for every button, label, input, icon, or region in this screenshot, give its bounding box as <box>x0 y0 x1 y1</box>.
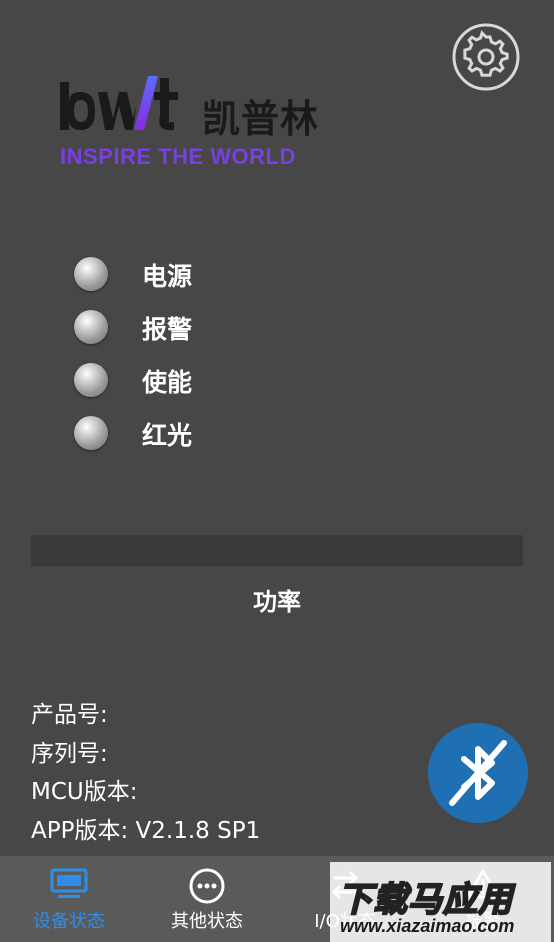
mcu-version-label: MCU版本: <box>31 779 138 805</box>
watermark-url: www.xiazaimao.com <box>340 916 515 936</box>
bluetooth-disabled-icon <box>449 740 507 806</box>
power-level-bar <box>31 535 523 566</box>
watermark-text: 下载马应用 <box>337 879 513 921</box>
serial-number-row: 序列号: <box>31 735 260 774</box>
product-number-label: 产品号: <box>31 702 108 728</box>
mcu-version-row: MCU版本: <box>31 773 260 812</box>
status-power: 电源 <box>74 253 274 306</box>
serial-number-label: 序列号: <box>31 740 108 767</box>
status-enable: 使能 <box>74 359 274 412</box>
settings-gear-button[interactable] <box>452 23 520 91</box>
tab-label: 设备状态 <box>33 911 105 932</box>
brand-logo: 凯普林 INSPIRE THE WORLD <box>60 72 340 172</box>
product-number-row: 产品号: <box>31 696 260 735</box>
app-version-row: APP版本: V2.1.8 SP1 <box>31 812 260 851</box>
tab-other-status[interactable]: 其他状态 <box>138 856 276 942</box>
alarm-indicator-led <box>74 310 108 344</box>
power-indicator-led <box>74 257 108 291</box>
device-info: 产品号: 序列号: MCU版本: APP版本: V2.1.8 SP1 <box>31 696 260 850</box>
status-label: 红光 <box>142 421 193 450</box>
status-label: 电源 <box>142 262 193 291</box>
status-indicator-list: 电源 报警 使能 红光 <box>74 253 274 465</box>
status-alarm: 报警 <box>74 306 274 359</box>
bwt-logo-mark <box>60 76 178 131</box>
status-label: 使能 <box>142 368 193 397</box>
app-version-label: APP版本: <box>31 817 129 844</box>
bluetooth-button[interactable] <box>428 723 528 823</box>
power-label: 功率 <box>253 588 301 616</box>
tab-label: 其他状态 <box>171 911 243 932</box>
red-light-indicator-led <box>74 416 108 450</box>
app-version-value: V2.1.8 SP1 <box>135 817 261 844</box>
tab-device-status[interactable]: 设备状态 <box>0 856 138 942</box>
brand-name-cn: 凯普林 <box>202 97 320 141</box>
watermark: 下载马应用 www.xiazaimao.com <box>330 862 551 942</box>
status-label: 报警 <box>142 315 193 344</box>
status-red-light: 红光 <box>74 412 274 465</box>
monitor-icon <box>50 868 88 898</box>
more-dots-icon <box>189 868 225 904</box>
brand-tagline: INSPIRE THE WORLD <box>60 144 296 169</box>
enable-indicator-led <box>74 363 108 397</box>
gear-icon <box>452 23 520 91</box>
